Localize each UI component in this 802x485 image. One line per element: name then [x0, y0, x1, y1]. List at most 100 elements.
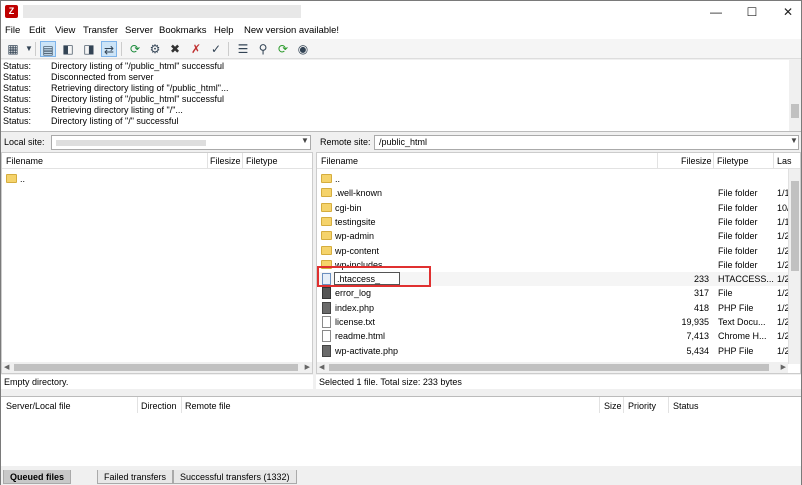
column-divider[interactable]	[207, 153, 208, 169]
scroll-right-icon[interactable]: ▶	[305, 363, 310, 371]
column-divider[interactable]	[242, 153, 243, 169]
file-name: readme.html	[335, 331, 386, 342]
scroll-right-icon[interactable]: ▶	[781, 363, 786, 371]
table-row[interactable]: readme.html 7,413 Chrome H... 1/2	[317, 329, 800, 343]
column-divider[interactable]	[599, 397, 600, 413]
chevron-down-icon[interactable]: ▼	[301, 136, 309, 145]
menu-server[interactable]: Server	[125, 25, 153, 36]
column-filetype[interactable]: Filetype	[246, 156, 278, 166]
toggle-remote-tree-icon[interactable]: ◨	[81, 41, 97, 57]
queue-column-server-local-file[interactable]: Server/Local file	[6, 401, 71, 411]
menu-file[interactable]: File	[5, 25, 20, 36]
log-scroll-thumb[interactable]	[791, 104, 799, 118]
php-file-icon	[322, 344, 331, 357]
refresh-icon[interactable]: ⟳	[127, 41, 143, 57]
local-hscrollbar[interactable]: ◀ ▶	[2, 362, 312, 373]
tab-failed-transfers[interactable]: Failed transfers	[97, 470, 174, 484]
queue-column-remote-file[interactable]: Remote file	[185, 401, 231, 411]
scroll-left-icon[interactable]: ◀	[319, 363, 324, 371]
column-divider[interactable]	[137, 397, 138, 413]
column-divider[interactable]	[773, 153, 774, 169]
column-filename[interactable]: Filename	[321, 156, 358, 166]
table-row[interactable]: wp-content File folder 1/2	[317, 244, 800, 258]
close-button[interactable]: ✕	[765, 1, 802, 23]
folder-icon	[321, 245, 332, 255]
menu-edit[interactable]: Edit	[29, 25, 45, 36]
sort-ascending-icon: ^	[485, 152, 489, 157]
folder-icon	[321, 231, 332, 241]
file-type: Chrome H...	[718, 331, 767, 342]
toolbar: ▦ ▼ ▤ ◧ ◨ ⇄ ⟳ ⚙ ✖ ✗ ✓ ☰ ⚲ ⟳ ◉	[1, 39, 801, 59]
transfer-queue[interactable]: Server/Local file Direction Remote file …	[1, 396, 801, 466]
disconnect-icon[interactable]: ✗	[188, 41, 204, 57]
toggle-local-tree-icon[interactable]: ◧	[60, 41, 76, 57]
file-size: 233	[693, 274, 709, 285]
remote-vscrollbar[interactable]	[788, 169, 800, 364]
menu-bar: File Edit View Transfer Server Bookmarks…	[1, 23, 801, 39]
menu-help[interactable]: Help	[214, 25, 234, 36]
column-divider[interactable]	[657, 153, 658, 169]
file-type: Text Docu...	[718, 317, 766, 327]
reconnect-icon[interactable]: ✓	[208, 41, 224, 57]
log-row: Status: Directory listing of "/public_htm…	[3, 94, 224, 104]
file-size: 317	[693, 288, 709, 299]
column-filesize[interactable]: Filesize	[210, 156, 241, 166]
column-last-modified[interactable]: Las	[777, 156, 792, 166]
log-scrollbar[interactable]	[789, 60, 801, 131]
tab-successful-transfers[interactable]: Successful transfers (1332)	[173, 470, 297, 484]
queue-column-direction[interactable]: Direction	[141, 401, 177, 411]
toggle-message-log-icon[interactable]: ▤	[40, 41, 56, 57]
queue-column-size[interactable]: Size	[604, 401, 622, 411]
file-type: File	[718, 288, 733, 299]
sync-browsing-icon[interactable]: ⟳	[275, 41, 291, 57]
site-manager-icon[interactable]: ▦	[5, 41, 21, 57]
directory-filter-icon[interactable]: ☰	[235, 41, 251, 57]
remote-hscroll-thumb[interactable]	[329, 364, 769, 371]
scroll-left-icon[interactable]: ◀	[4, 363, 9, 371]
table-row[interactable]: .well-known File folder 1/1	[317, 186, 800, 200]
tab-queued-files[interactable]: Queued files	[3, 470, 72, 484]
table-row[interactable]: cgi-bin File folder 10/	[317, 201, 800, 215]
column-divider[interactable]	[668, 397, 669, 413]
remote-vscroll-thumb[interactable]	[791, 181, 799, 271]
menu-view[interactable]: View	[55, 25, 75, 36]
table-row[interactable]: index.php 418 PHP File 1/2	[317, 301, 800, 315]
column-filename[interactable]: Filename	[6, 156, 43, 166]
toggle-filter-icon[interactable]: ⚲	[255, 41, 271, 57]
local-status: Empty directory.	[1, 375, 313, 389]
search-binoculars-icon[interactable]: ◉	[295, 41, 311, 57]
local-site-input[interactable]	[51, 135, 311, 150]
local-hscroll-thumb[interactable]	[14, 364, 298, 371]
queue-column-priority[interactable]: Priority	[628, 401, 656, 411]
list-item[interactable]: ..	[2, 172, 312, 186]
table-row[interactable]: license.txt 19,935 Text Docu... 1/2	[317, 315, 800, 329]
file-name: ..	[20, 174, 26, 184]
chevron-down-icon[interactable]: ▼	[790, 136, 798, 145]
folder-icon	[321, 174, 332, 183]
process-queue-icon[interactable]: ⚙	[147, 41, 163, 57]
local-file-list[interactable]: ^ Filename Filesize Filetype .. ◀ ▶	[1, 152, 313, 374]
menu-transfer[interactable]: Transfer	[83, 25, 118, 36]
table-row[interactable]: wp-admin File folder 1/2	[317, 229, 800, 243]
column-divider[interactable]	[713, 153, 714, 169]
table-row[interactable]: testingsite File folder 1/1	[317, 215, 800, 229]
filezilla-logo-icon: Z	[5, 5, 18, 18]
table-row[interactable]: wp-activate.php 5,434 PHP File 1/2	[317, 344, 800, 358]
table-row[interactable]: error_log 317 File 1/2	[317, 286, 800, 300]
column-filesize[interactable]: Filesize	[681, 156, 712, 166]
highlight-annotation	[317, 266, 431, 287]
file-name: wp-activate.php	[335, 345, 399, 356]
menu-bookmarks[interactable]: Bookmarks	[159, 25, 207, 36]
column-filetype[interactable]: Filetype	[717, 156, 749, 166]
column-divider[interactable]	[623, 397, 624, 413]
menu-new-version[interactable]: New version available!	[244, 25, 339, 36]
column-divider[interactable]	[181, 397, 182, 413]
remote-site-input[interactable]: /public_html	[374, 135, 799, 150]
table-row[interactable]: ..	[317, 172, 800, 186]
queue-column-status[interactable]: Status	[673, 401, 699, 411]
file-size: 7,413	[686, 331, 709, 342]
remote-hscrollbar[interactable]: ◀ ▶	[317, 362, 788, 373]
toggle-transfer-queue-icon[interactable]: ⇄	[101, 41, 117, 57]
remote-file-list[interactable]: ^ Filename Filesize Filetype Las .. .well…	[316, 152, 801, 374]
cancel-operation-icon[interactable]: ✖	[167, 41, 183, 57]
